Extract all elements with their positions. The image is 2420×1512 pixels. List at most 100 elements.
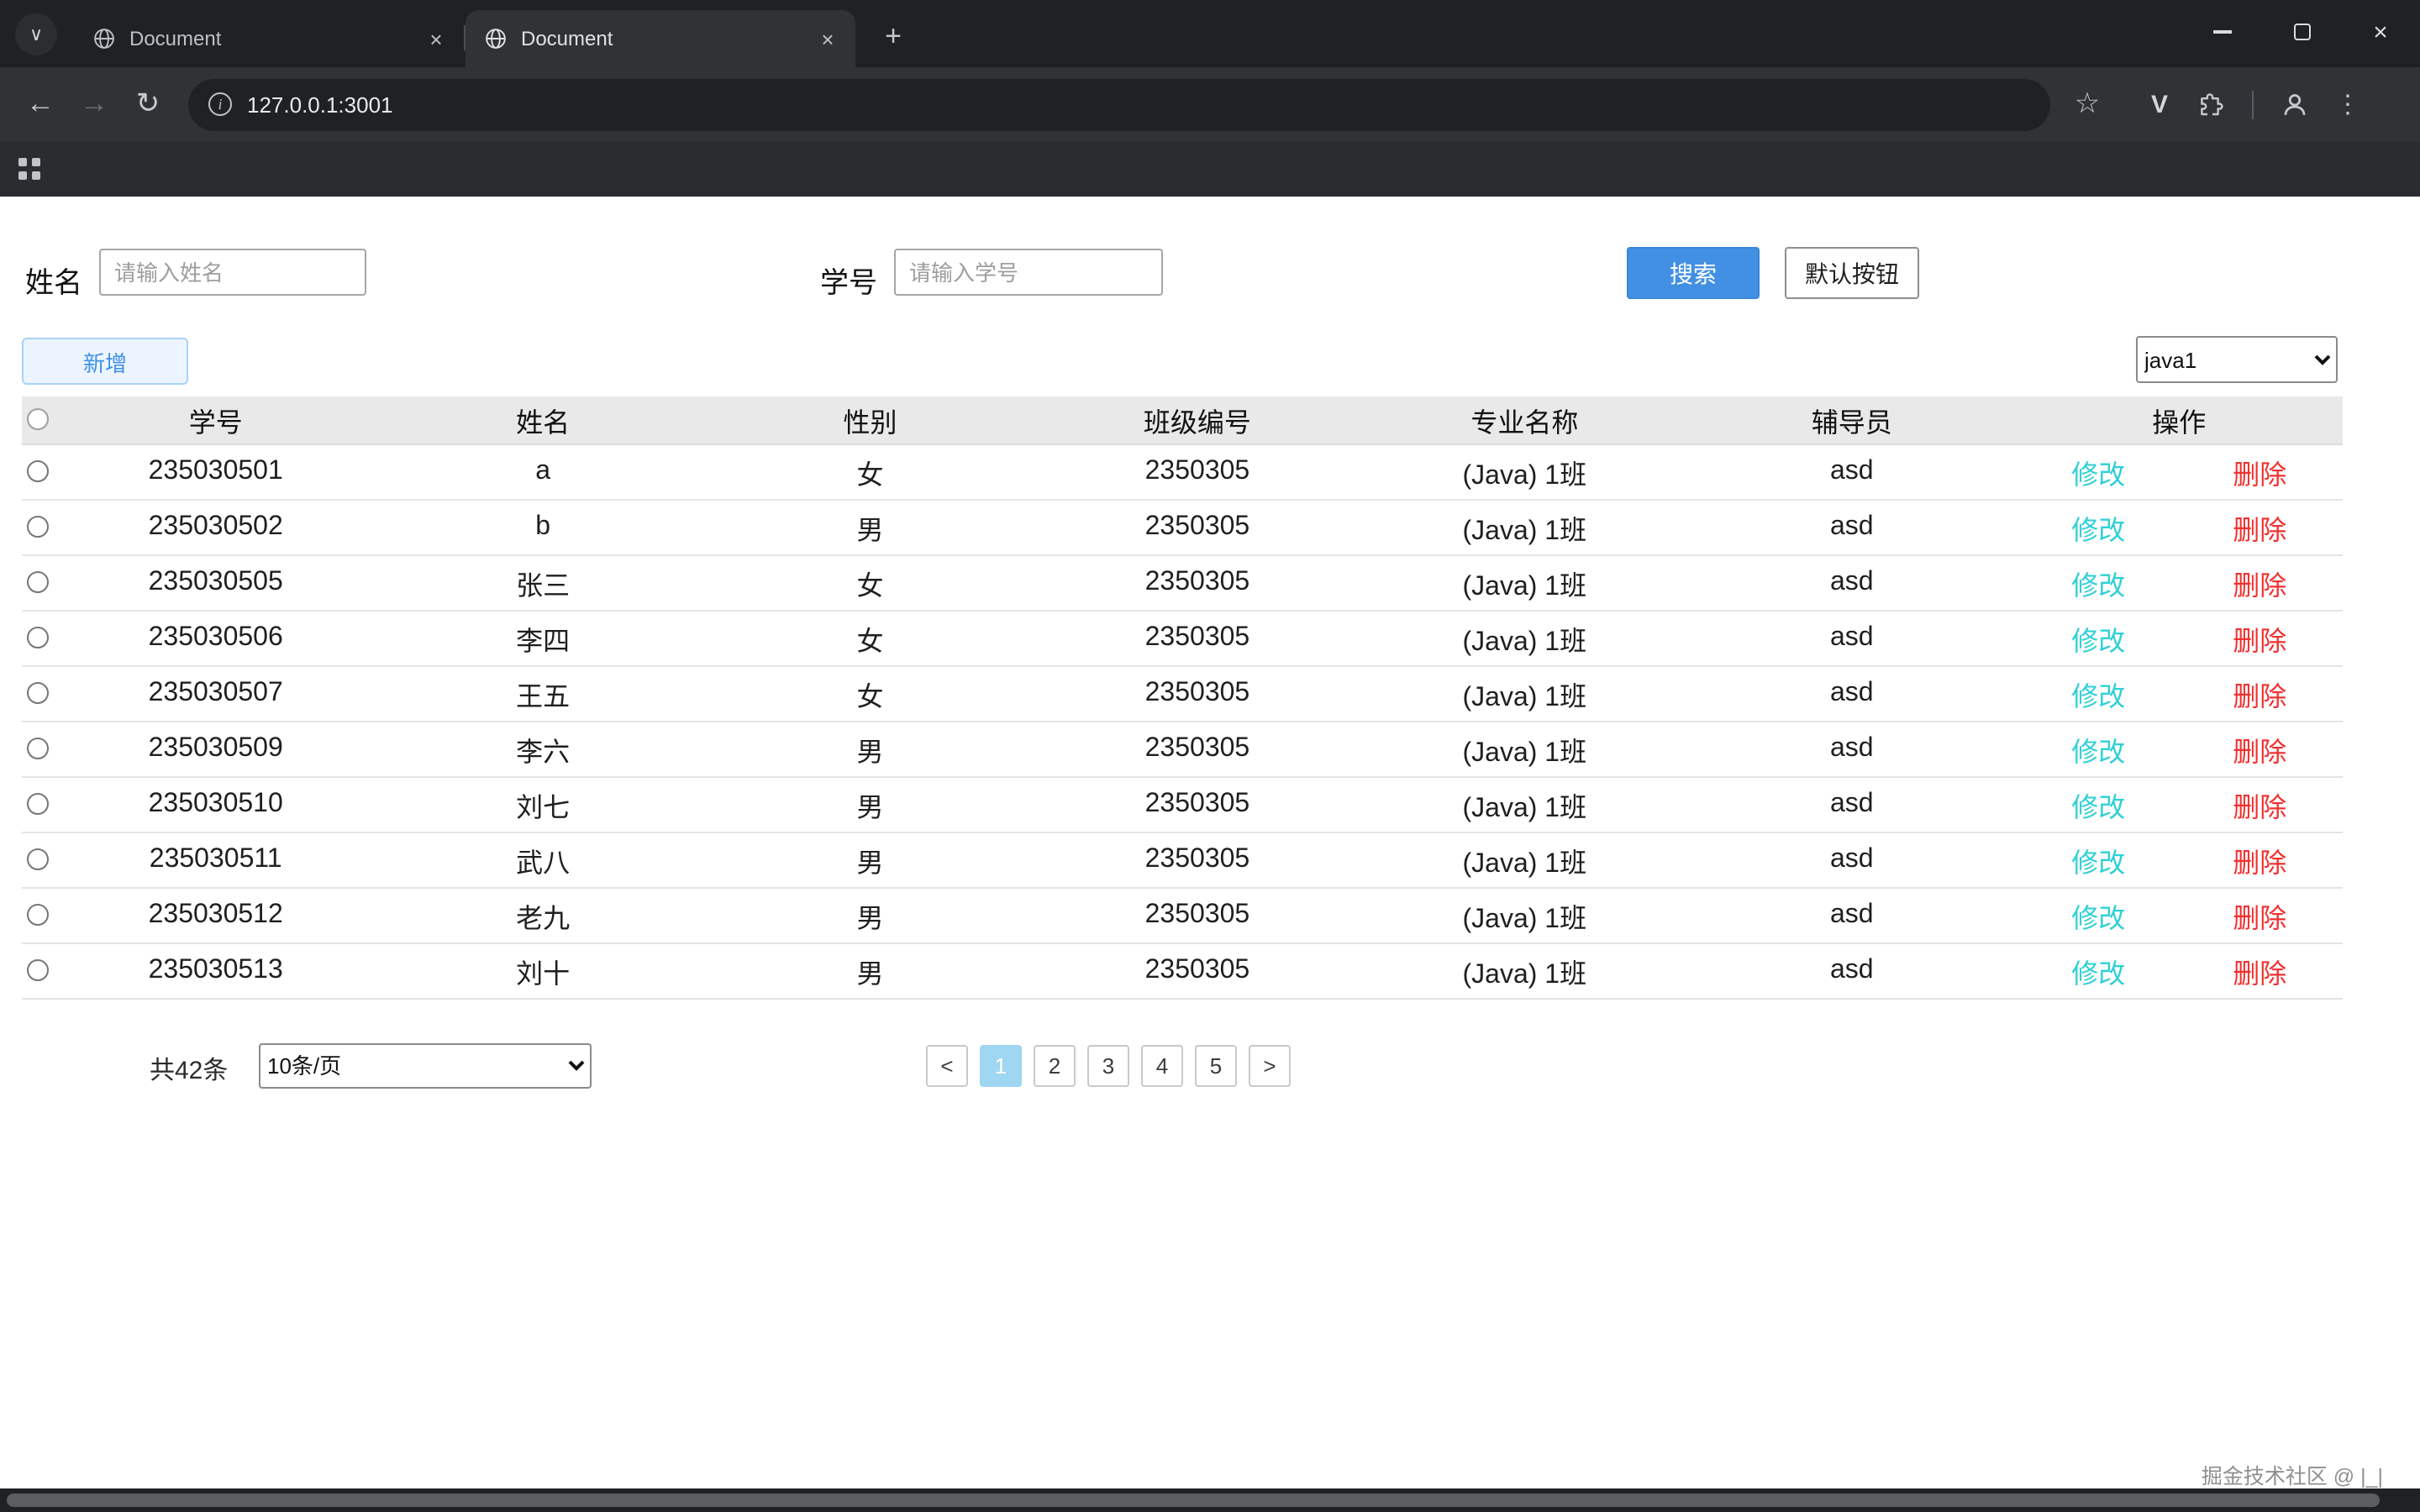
info-icon[interactable]: i xyxy=(208,92,232,116)
delete-link[interactable]: 删除 xyxy=(2233,451,2286,491)
row-radio[interactable] xyxy=(26,682,48,704)
scrollbar-thumb[interactable] xyxy=(7,1494,2380,1507)
horizontal-scrollbar[interactable] xyxy=(0,1488,2420,1512)
reload-button[interactable]: ↻ xyxy=(121,77,175,131)
tab-close-icon[interactable]: × xyxy=(813,24,842,53)
browser-menu-icon[interactable]: ⋮ xyxy=(2321,77,2375,131)
bookmarks-bar xyxy=(0,141,2420,197)
edit-link[interactable]: 修改 xyxy=(2071,950,2125,990)
add-button[interactable]: 新增 xyxy=(22,338,188,385)
cell-major: (Java) 1班 xyxy=(1361,887,1688,942)
bookmark-star-icon[interactable]: ☆ xyxy=(2060,77,2114,131)
new-tab-button[interactable]: + xyxy=(871,13,916,59)
cell-gender: 男 xyxy=(707,499,1034,554)
page-button[interactable]: 2 xyxy=(1034,1045,1076,1087)
apps-grid-icon[interactable] xyxy=(18,158,40,180)
delete-link[interactable]: 删除 xyxy=(2233,950,2286,990)
cell-actions: 修改 删除 xyxy=(2015,665,2343,721)
profile-icon[interactable] xyxy=(2267,77,2321,131)
cell-actions: 修改 删除 xyxy=(2015,942,2343,998)
edit-link[interactable]: 修改 xyxy=(2071,507,2125,547)
chevron-down-icon: ∨ xyxy=(29,24,43,45)
table-row: 235030502 b 男 2350305 (Java) 1班 asd 修改 删… xyxy=(22,499,2343,554)
cell-student-id: 235030509 xyxy=(52,721,379,776)
cell-class-no: 2350305 xyxy=(1034,554,1360,610)
forward-button[interactable]: → xyxy=(67,77,121,131)
minimize-button[interactable] xyxy=(2183,0,2262,64)
tab-document-1[interactable]: Document × xyxy=(74,10,464,67)
col-header-gender: 性别 xyxy=(707,396,1034,444)
prev-page-button[interactable]: < xyxy=(926,1045,968,1087)
cell-advisor: asd xyxy=(1688,942,2015,998)
name-input[interactable] xyxy=(99,249,366,296)
close-window-button[interactable]: × xyxy=(2341,0,2420,64)
cell-class-no: 2350305 xyxy=(1034,665,1360,721)
page-button[interactable]: 3 xyxy=(1087,1045,1129,1087)
edit-link[interactable]: 修改 xyxy=(2071,617,2125,658)
delete-link[interactable]: 删除 xyxy=(2233,562,2286,602)
delete-link[interactable]: 删除 xyxy=(2233,617,2286,658)
edit-link[interactable]: 修改 xyxy=(2071,839,2125,879)
row-radio[interactable] xyxy=(26,959,48,981)
edit-link[interactable]: 修改 xyxy=(2071,728,2125,769)
delete-link[interactable]: 删除 xyxy=(2233,784,2286,824)
cell-actions: 修改 删除 xyxy=(2015,554,2343,610)
row-radio[interactable] xyxy=(26,848,48,870)
delete-link[interactable]: 删除 xyxy=(2233,673,2286,713)
cell-actions: 修改 删除 xyxy=(2015,776,2343,832)
row-radio[interactable] xyxy=(26,516,48,538)
cell-name: 王五 xyxy=(379,665,706,721)
edit-link[interactable]: 修改 xyxy=(2071,562,2125,602)
col-header-advisor: 辅导员 xyxy=(1688,396,2015,444)
row-radio[interactable] xyxy=(26,793,48,815)
cell-name: 刘十 xyxy=(379,942,706,998)
cell-gender: 男 xyxy=(707,721,1034,776)
globe-icon xyxy=(484,27,508,50)
maximize-button[interactable] xyxy=(2262,0,2341,64)
cell-advisor: asd xyxy=(1688,887,2015,942)
tab-close-icon[interactable]: × xyxy=(422,24,450,53)
page-size-select[interactable]: 10条/页 xyxy=(259,1043,592,1089)
page-button[interactable]: 5 xyxy=(1195,1045,1237,1087)
extensions-puzzle-icon[interactable] xyxy=(2185,77,2238,131)
cell-gender: 女 xyxy=(707,665,1034,721)
edit-link[interactable]: 修改 xyxy=(2071,451,2125,491)
student-id-input[interactable] xyxy=(894,249,1163,296)
row-radio[interactable] xyxy=(26,627,48,648)
row-radio[interactable] xyxy=(26,738,48,759)
cell-major: (Java) 1班 xyxy=(1361,665,1688,721)
delete-link[interactable]: 删除 xyxy=(2233,895,2286,935)
cell-gender: 女 xyxy=(707,554,1034,610)
back-button[interactable]: ← xyxy=(13,77,67,131)
delete-link[interactable]: 删除 xyxy=(2233,507,2286,547)
next-page-button[interactable]: > xyxy=(1249,1045,1291,1087)
default-button[interactable]: 默认按钮 xyxy=(1785,247,1919,299)
cell-actions: 修改 删除 xyxy=(2015,444,2343,499)
delete-link[interactable]: 删除 xyxy=(2233,728,2286,769)
delete-link[interactable]: 删除 xyxy=(2233,839,2286,879)
edit-link[interactable]: 修改 xyxy=(2071,784,2125,824)
table-row: 235030513 刘十 男 2350305 (Java) 1班 asd 修改 … xyxy=(22,942,2343,998)
extension-v-icon[interactable]: V xyxy=(2134,79,2185,129)
search-button[interactable]: 搜索 xyxy=(1627,247,1760,299)
edit-link[interactable]: 修改 xyxy=(2071,673,2125,713)
page-button[interactable]: 4 xyxy=(1141,1045,1183,1087)
window-controls: × xyxy=(2183,0,2420,64)
row-radio[interactable] xyxy=(26,460,48,482)
header-radio[interactable] xyxy=(26,408,48,430)
class-filter-select[interactable]: java1 xyxy=(2136,336,2338,383)
address-bar[interactable]: i 127.0.0.1:3001 xyxy=(188,78,2050,130)
edit-link[interactable]: 修改 xyxy=(2071,895,2125,935)
cell-class-no: 2350305 xyxy=(1034,610,1360,665)
watermark-text: 掘金技术社区 @ |_| xyxy=(2202,1458,2383,1488)
row-radio[interactable] xyxy=(26,571,48,593)
cell-advisor: asd xyxy=(1688,776,2015,832)
page-button[interactable]: 1 xyxy=(980,1045,1022,1087)
col-header-actions: 操作 xyxy=(2015,396,2343,444)
tab-document-2[interactable]: Document × xyxy=(466,10,855,67)
cell-major: (Java) 1班 xyxy=(1361,499,1688,554)
tab-search-button[interactable]: ∨ xyxy=(15,13,57,55)
cell-actions: 修改 删除 xyxy=(2015,721,2343,776)
row-radio[interactable] xyxy=(26,904,48,926)
cell-actions: 修改 删除 xyxy=(2015,610,2343,665)
